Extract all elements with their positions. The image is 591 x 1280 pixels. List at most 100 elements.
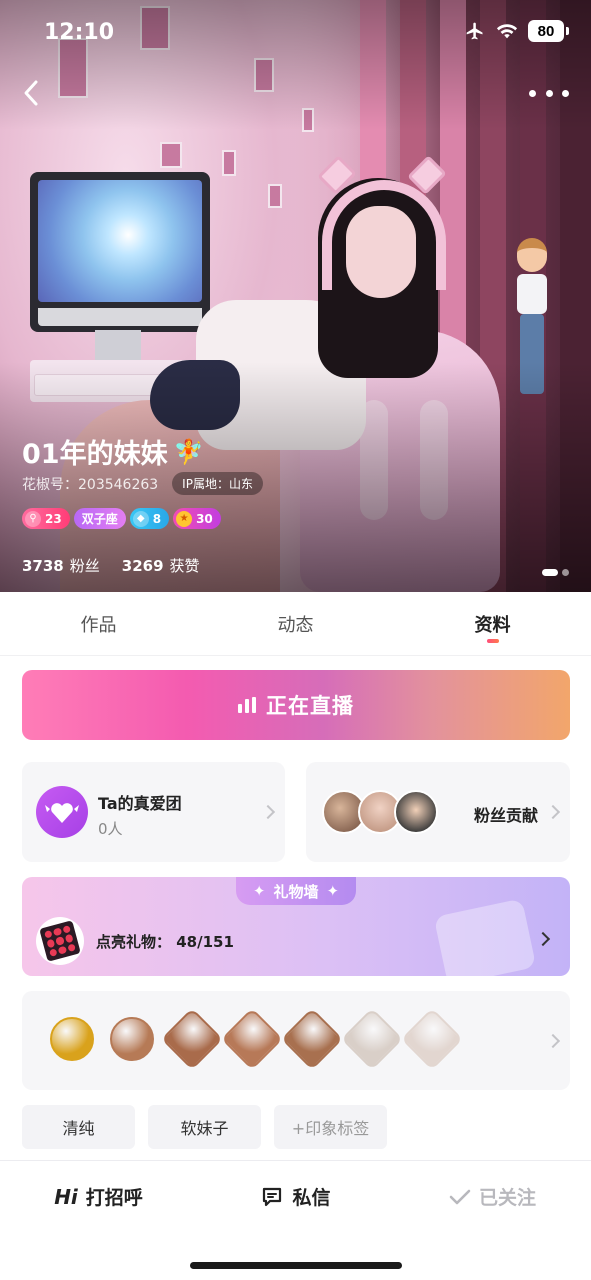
tab-works[interactable]: 作品 bbox=[0, 592, 197, 655]
computer-monitor bbox=[30, 172, 210, 332]
greet-button[interactable]: Hi 打招呼 bbox=[0, 1161, 197, 1232]
more-dot bbox=[562, 89, 569, 97]
live-now-label: 正在直播 bbox=[266, 694, 354, 718]
wall-poster bbox=[268, 184, 282, 208]
fan-contribution-label: 粉丝贡献 bbox=[473, 806, 538, 825]
gift-wall-card[interactable]: ✦ 礼物墙 ✦ 点亮礼物： 48/151 bbox=[22, 877, 570, 976]
medal-wall-card[interactable] bbox=[22, 991, 570, 1090]
fan-contribution-card[interactable]: 粉丝贡献 bbox=[306, 762, 570, 862]
id-row: 花椒号：203546263 IP属地：山东 bbox=[22, 472, 263, 495]
back-button[interactable] bbox=[14, 76, 48, 110]
live-bars-icon bbox=[238, 697, 256, 713]
fans-count: 3738 bbox=[22, 557, 64, 575]
profile-badges: ⚲ 23 双子座 ◆ 8 ★ 30 bbox=[22, 508, 221, 529]
status-icons: 80 bbox=[464, 20, 569, 42]
battery-tip bbox=[566, 27, 569, 35]
diamond-badge[interactable]: ◆ 8 bbox=[129, 508, 170, 529]
more-dot bbox=[545, 89, 553, 97]
more-dot bbox=[529, 89, 536, 97]
cover-page-indicator bbox=[542, 569, 569, 576]
cat-ear-headphones bbox=[322, 180, 446, 290]
chevron-right-icon bbox=[260, 804, 276, 820]
tab-profile-info-label: 资料 bbox=[474, 614, 511, 636]
contributor-avatars bbox=[322, 790, 438, 834]
home-indicator bbox=[190, 1262, 402, 1269]
gift-wall-tab: ✦ 礼物墙 ✦ bbox=[236, 877, 356, 905]
profile-cover-photo[interactable] bbox=[0, 0, 591, 592]
likes-stat[interactable]: 3269 获赞 bbox=[122, 555, 200, 576]
level-badge[interactable]: ⚲ 23 bbox=[22, 508, 70, 529]
greet-label: 打招呼 bbox=[85, 1187, 143, 1209]
level-badge-value: 23 bbox=[45, 511, 62, 526]
wifi-icon bbox=[496, 24, 518, 39]
bronze-medal-icon bbox=[280, 1007, 344, 1071]
message-label: 私信 bbox=[292, 1187, 331, 1209]
chevron-right-icon bbox=[545, 804, 561, 820]
silver-medal-icon bbox=[340, 1007, 404, 1071]
page-dot bbox=[562, 569, 569, 576]
bronze-medal-icon bbox=[160, 1007, 224, 1071]
gold-medal-icon bbox=[50, 1017, 94, 1061]
zodiac-badge[interactable]: 双子座 bbox=[73, 508, 126, 529]
silver-medal-icon bbox=[400, 1007, 464, 1071]
impression-tags: 清纯 软妹子 +印象标签 bbox=[22, 1105, 387, 1149]
live-now-banner[interactable]: 正在直播 bbox=[22, 670, 570, 740]
sparkle-icon: ✦ bbox=[326, 882, 340, 900]
message-icon bbox=[263, 1187, 282, 1206]
fanclub-count: 0人 bbox=[98, 820, 123, 838]
chevron-left-icon bbox=[24, 80, 38, 106]
fans-stat[interactable]: 3738 粉丝 bbox=[22, 555, 100, 576]
ip-location-badge: IP属地：山东 bbox=[172, 472, 263, 495]
star-badge-value: 30 bbox=[196, 511, 213, 526]
profile-id[interactable]: 花椒号：203546263 bbox=[22, 474, 158, 494]
diamond-badge-value: 8 bbox=[152, 511, 162, 526]
gift-wall-decoration bbox=[433, 898, 537, 976]
chevron-right-icon bbox=[545, 1033, 561, 1049]
key-icon: ⚲ bbox=[25, 510, 41, 527]
heart-wings-icon bbox=[36, 786, 88, 838]
profile-stats: 3738 粉丝 3269 获赞 bbox=[22, 555, 200, 576]
tab-works-label: 作品 bbox=[80, 614, 117, 636]
fairy-icon: 🧚 bbox=[173, 437, 204, 466]
tab-moments-label: 动态 bbox=[277, 614, 314, 636]
add-impression-tag-button[interactable]: +印象标签 bbox=[274, 1105, 387, 1149]
impression-tag[interactable]: 软妹子 bbox=[148, 1105, 261, 1149]
avatar bbox=[394, 790, 438, 834]
bronze-medal-icon bbox=[110, 1017, 154, 1061]
followed-button[interactable]: 已关注 bbox=[394, 1161, 591, 1232]
followed-label: 已关注 bbox=[478, 1187, 536, 1209]
tab-moments[interactable]: 动态 bbox=[197, 592, 394, 655]
star-badge[interactable]: ★ 30 bbox=[173, 508, 221, 529]
fans-label: 粉丝 bbox=[69, 557, 100, 575]
medal-list bbox=[50, 1007, 464, 1071]
diamond-icon: ◆ bbox=[132, 510, 149, 527]
sparkle-icon: ✦ bbox=[252, 882, 266, 900]
hi-icon: Hi bbox=[54, 1184, 78, 1209]
tab-profile-info[interactable]: 资料 bbox=[394, 592, 591, 655]
active-tab-indicator bbox=[486, 639, 499, 643]
impression-tag[interactable]: 清纯 bbox=[22, 1105, 135, 1149]
checkmark-icon bbox=[449, 1189, 471, 1204]
status-time: 12:10 bbox=[44, 20, 115, 45]
profile-name-row: 01年的妹妹 🧚 bbox=[22, 432, 203, 471]
zodiac-badge-label: 双子座 bbox=[81, 512, 118, 526]
more-options-button[interactable] bbox=[529, 80, 569, 106]
wall-poster bbox=[222, 150, 236, 176]
likes-count: 3269 bbox=[121, 557, 164, 575]
lit-gifts-progress: 点亮礼物： 48/151 bbox=[96, 933, 234, 951]
chevron-right-icon bbox=[535, 931, 551, 947]
gift-wall-title: 礼物墙 bbox=[273, 882, 319, 901]
airplane-mode-icon bbox=[466, 22, 483, 40]
fanclub-title: Ta的真爱团 bbox=[98, 794, 182, 813]
profile-name: 01年的妹妹 bbox=[22, 439, 168, 470]
message-button[interactable]: 私信 bbox=[197, 1161, 394, 1232]
bottom-action-bar: Hi 打招呼 私信 已关注 bbox=[0, 1160, 591, 1232]
fanclub-card[interactable]: Ta的真爱团 0人 bbox=[22, 762, 285, 862]
likes-label: 获赞 bbox=[169, 557, 200, 575]
profile-tabs: 作品 动态 资料 bbox=[0, 592, 591, 656]
page-dot-active bbox=[542, 569, 558, 576]
wall-poster bbox=[160, 142, 182, 168]
gift-box-icon bbox=[36, 917, 84, 965]
battery-icon: 80 bbox=[528, 20, 564, 42]
bronze-medal-icon bbox=[220, 1007, 284, 1071]
